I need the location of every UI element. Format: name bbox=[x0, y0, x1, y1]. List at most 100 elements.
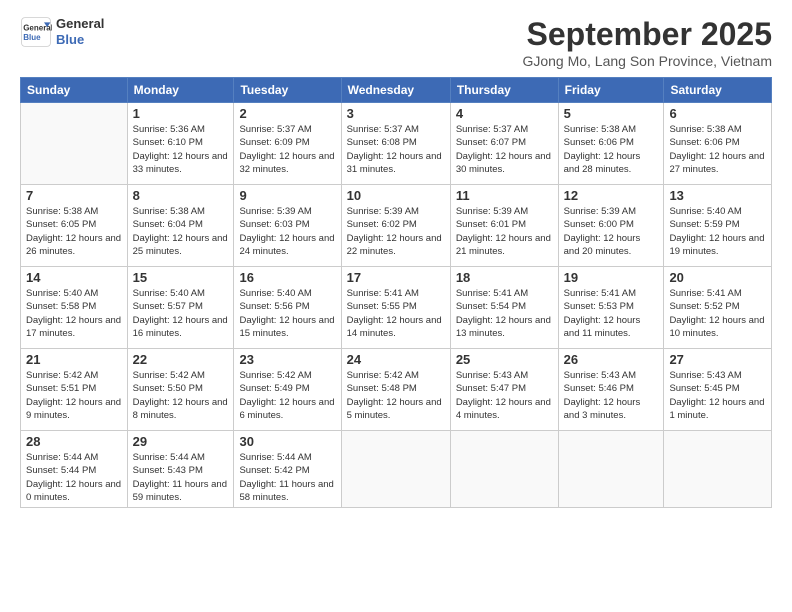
day-number: 14 bbox=[26, 270, 122, 285]
table-row: 13Sunrise: 5:40 AM Sunset: 5:59 PM Dayli… bbox=[664, 185, 772, 267]
table-row bbox=[450, 431, 558, 508]
table-row: 26 Sunrise: 5:43 AM Sunset: 5:46 PM Dayli… bbox=[558, 349, 664, 431]
day-number: 21 bbox=[26, 352, 122, 367]
table-row: 3 Sunrise: 5:37 AM Sunset: 6:08 PM Daylig… bbox=[341, 103, 450, 185]
day-info: Sunrise: 5:38 AM Sunset: 6:06 PM Dayligh… bbox=[564, 123, 659, 176]
table-row bbox=[21, 103, 128, 185]
day-info: Sunrise: 5:44 AM Sunset: 5:44 PM Dayligh… bbox=[26, 451, 122, 504]
svg-text:Blue: Blue bbox=[23, 33, 41, 42]
day-number: 29 bbox=[133, 434, 229, 449]
col-saturday: Saturday bbox=[664, 78, 772, 103]
table-row: 8 Sunrise: 5:38 AM Sunset: 6:04 PM Daylig… bbox=[127, 185, 234, 267]
day-info: Sunrise: 5:43 AM Sunset: 5:46 PM Dayligh… bbox=[564, 369, 659, 422]
table-row: 23Sunrise: 5:42 AM Sunset: 5:49 PM Dayli… bbox=[234, 349, 341, 431]
logo-text-blue: Blue bbox=[56, 32, 104, 48]
day-number: 24 bbox=[347, 352, 445, 367]
table-row: 10 Sunrise: 5:39 AM Sunset: 6:02 PM Dayli… bbox=[341, 185, 450, 267]
table-row bbox=[558, 431, 664, 508]
day-info: Sunrise: 5:40 AM Sunset: 5:56 PM Dayligh… bbox=[239, 287, 335, 340]
day-number: 15 bbox=[133, 270, 229, 285]
col-wednesday: Wednesday bbox=[341, 78, 450, 103]
day-number: 3 bbox=[347, 106, 445, 121]
table-row: 15 Sunrise: 5:40 AM Sunset: 5:57 PM Dayli… bbox=[127, 267, 234, 349]
subtitle: GJong Mo, Lang Son Province, Vietnam bbox=[522, 53, 772, 69]
day-info: Sunrise: 5:38 AM Sunset: 6:05 PM Dayligh… bbox=[26, 205, 122, 258]
table-row: 9 Sunrise: 5:39 AM Sunset: 6:03 PM Daylig… bbox=[234, 185, 341, 267]
day-info: Sunrise: 5:39 AM Sunset: 6:01 PM Dayligh… bbox=[456, 205, 553, 258]
day-info: Sunrise: 5:43 AM Sunset: 5:45 PM Dayligh… bbox=[669, 369, 766, 422]
day-info: Sunrise: 5:40 AM Sunset: 5:58 PM Dayligh… bbox=[26, 287, 122, 340]
day-number: 22 bbox=[133, 352, 229, 367]
day-number: 4 bbox=[456, 106, 553, 121]
table-row: 22 Sunrise: 5:42 AM Sunset: 5:50 PM Dayli… bbox=[127, 349, 234, 431]
day-info: Sunrise: 5:37 AM Sunset: 6:08 PM Dayligh… bbox=[347, 123, 445, 176]
table-row: 6Sunrise: 5:38 AM Sunset: 6:06 PM Daylig… bbox=[664, 103, 772, 185]
day-number: 11 bbox=[456, 188, 553, 203]
day-number: 26 bbox=[564, 352, 659, 367]
table-row: 25 Sunrise: 5:43 AM Sunset: 5:47 PM Dayli… bbox=[450, 349, 558, 431]
day-number: 12 bbox=[564, 188, 659, 203]
table-row: 19 Sunrise: 5:41 AM Sunset: 5:53 PM Dayli… bbox=[558, 267, 664, 349]
day-number: 25 bbox=[456, 352, 553, 367]
day-number: 10 bbox=[347, 188, 445, 203]
day-info: Sunrise: 5:41 AM Sunset: 5:54 PM Dayligh… bbox=[456, 287, 553, 340]
page: General Blue General Blue September 2025… bbox=[0, 0, 792, 612]
day-info: Sunrise: 5:39 AM Sunset: 6:02 PM Dayligh… bbox=[347, 205, 445, 258]
logo: General Blue General Blue bbox=[20, 16, 104, 48]
table-row: 16 Sunrise: 5:40 AM Sunset: 5:56 PM Dayli… bbox=[234, 267, 341, 349]
day-number: 19 bbox=[564, 270, 659, 285]
calendar-table: Sunday Monday Tuesday Wednesday Thursday… bbox=[20, 77, 772, 508]
day-number: 8 bbox=[133, 188, 229, 203]
header: General Blue General Blue September 2025… bbox=[20, 16, 772, 69]
table-row: 4Sunrise: 5:37 AM Sunset: 6:07 PM Daylig… bbox=[450, 103, 558, 185]
table-row: 17 Sunrise: 5:41 AM Sunset: 5:55 PM Dayli… bbox=[341, 267, 450, 349]
day-number: 1 bbox=[133, 106, 229, 121]
day-info: Sunrise: 5:40 AM Sunset: 5:57 PM Dayligh… bbox=[133, 287, 229, 340]
calendar-header-row: Sunday Monday Tuesday Wednesday Thursday… bbox=[21, 78, 772, 103]
col-friday: Friday bbox=[558, 78, 664, 103]
day-number: 7 bbox=[26, 188, 122, 203]
day-number: 13 bbox=[669, 188, 766, 203]
table-row: 14 Sunrise: 5:40 AM Sunset: 5:58 PM Dayli… bbox=[21, 267, 128, 349]
day-number: 30 bbox=[239, 434, 335, 449]
table-row: 2 Sunrise: 5:37 AM Sunset: 6:09 PM Daylig… bbox=[234, 103, 341, 185]
day-number: 27 bbox=[669, 352, 766, 367]
table-row bbox=[341, 431, 450, 508]
table-row bbox=[664, 431, 772, 508]
table-row: 1Sunrise: 5:36 AM Sunset: 6:10 PM Daylig… bbox=[127, 103, 234, 185]
col-sunday: Sunday bbox=[21, 78, 128, 103]
day-number: 23 bbox=[239, 352, 335, 367]
day-number: 2 bbox=[239, 106, 335, 121]
col-monday: Monday bbox=[127, 78, 234, 103]
day-info: Sunrise: 5:37 AM Sunset: 6:09 PM Dayligh… bbox=[239, 123, 335, 176]
day-info: Sunrise: 5:41 AM Sunset: 5:53 PM Dayligh… bbox=[564, 287, 659, 340]
day-info: Sunrise: 5:42 AM Sunset: 5:51 PM Dayligh… bbox=[26, 369, 122, 422]
logo-icon: General Blue bbox=[20, 16, 52, 48]
table-row: 30 Sunrise: 5:44 AM Sunset: 5:42 PM Dayli… bbox=[234, 431, 341, 508]
day-number: 5 bbox=[564, 106, 659, 121]
title-block: September 2025 GJong Mo, Lang Son Provin… bbox=[522, 16, 772, 69]
day-number: 16 bbox=[239, 270, 335, 285]
table-row: 11 Sunrise: 5:39 AM Sunset: 6:01 PM Dayli… bbox=[450, 185, 558, 267]
day-number: 18 bbox=[456, 270, 553, 285]
day-info: Sunrise: 5:39 AM Sunset: 6:00 PM Dayligh… bbox=[564, 205, 659, 258]
table-row: 21 Sunrise: 5:42 AM Sunset: 5:51 PM Dayli… bbox=[21, 349, 128, 431]
day-info: Sunrise: 5:39 AM Sunset: 6:03 PM Dayligh… bbox=[239, 205, 335, 258]
table-row: 29Sunrise: 5:44 AM Sunset: 5:43 PM Dayli… bbox=[127, 431, 234, 508]
day-number: 17 bbox=[347, 270, 445, 285]
day-number: 28 bbox=[26, 434, 122, 449]
logo-text-general: General bbox=[56, 16, 104, 32]
day-info: Sunrise: 5:42 AM Sunset: 5:48 PM Dayligh… bbox=[347, 369, 445, 422]
table-row: 7 Sunrise: 5:38 AM Sunset: 6:05 PM Daylig… bbox=[21, 185, 128, 267]
day-number: 9 bbox=[239, 188, 335, 203]
table-row: 18 Sunrise: 5:41 AM Sunset: 5:54 PM Dayli… bbox=[450, 267, 558, 349]
day-info: Sunrise: 5:38 AM Sunset: 6:04 PM Dayligh… bbox=[133, 205, 229, 258]
table-row: 28 Sunrise: 5:44 AM Sunset: 5:44 PM Dayli… bbox=[21, 431, 128, 508]
day-info: Sunrise: 5:41 AM Sunset: 5:55 PM Dayligh… bbox=[347, 287, 445, 340]
day-info: Sunrise: 5:42 AM Sunset: 5:50 PM Dayligh… bbox=[133, 369, 229, 422]
day-info: Sunrise: 5:43 AM Sunset: 5:47 PM Dayligh… bbox=[456, 369, 553, 422]
table-row: 20Sunrise: 5:41 AM Sunset: 5:52 PM Dayli… bbox=[664, 267, 772, 349]
table-row: 5 Sunrise: 5:38 AM Sunset: 6:06 PM Daylig… bbox=[558, 103, 664, 185]
day-info: Sunrise: 5:44 AM Sunset: 5:42 PM Dayligh… bbox=[239, 451, 335, 504]
col-tuesday: Tuesday bbox=[234, 78, 341, 103]
